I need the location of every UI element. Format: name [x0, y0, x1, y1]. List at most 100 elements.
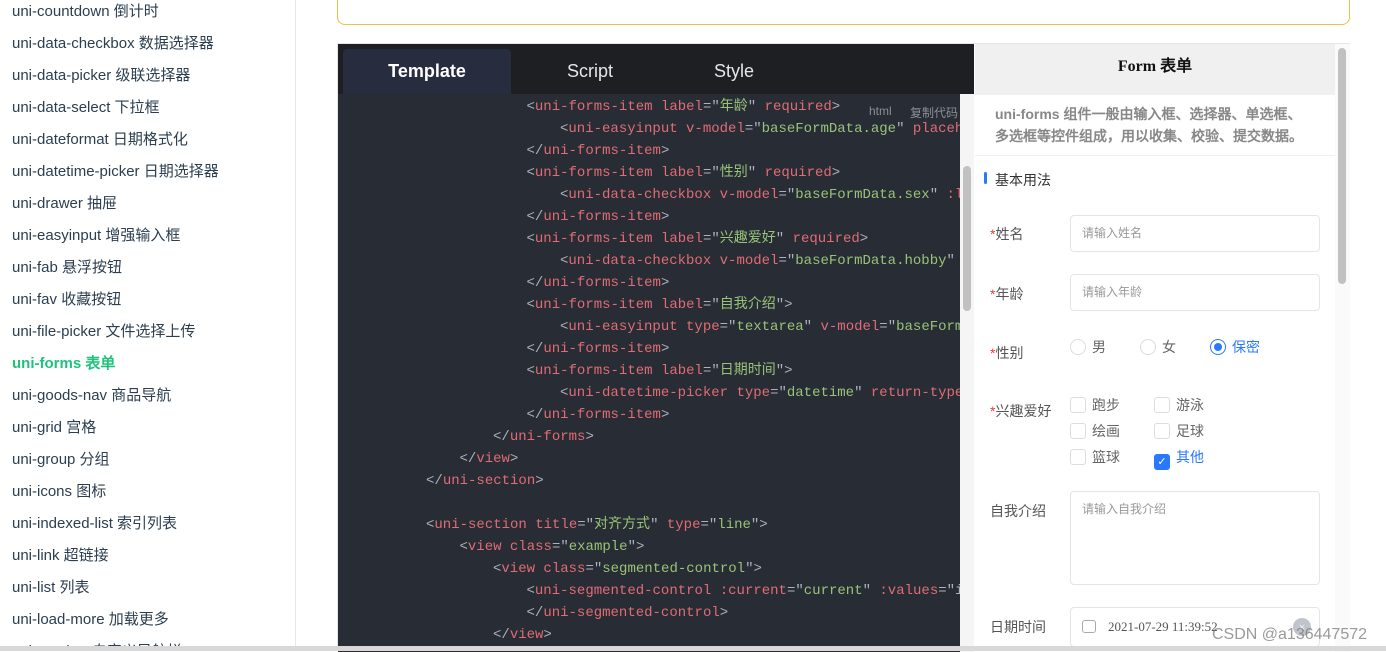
sidebar-item[interactable]: uni-datetime-picker 日期选择器	[12, 162, 219, 182]
checkbox-icon	[1070, 423, 1086, 439]
code-token: class	[543, 561, 586, 577]
sidebar-item[interactable]: uni-goods-nav 商品导航	[12, 386, 171, 406]
code-token: "	[747, 165, 765, 181]
sidebar-item[interactable]: uni-dateformat 日期格式化	[12, 130, 188, 150]
sidebar-item[interactable]: uni-drawer 抽屉	[12, 194, 117, 214]
radio-secret[interactable]: 保密	[1210, 337, 1260, 357]
code-token: ">	[745, 561, 762, 577]
sidebar-item[interactable]: uni-fav 收藏按钮	[12, 290, 121, 310]
code-token: uni-forms-item	[534, 231, 653, 247]
tab-script[interactable]: Script	[538, 49, 642, 94]
code-line: </uni-forms-item>	[527, 140, 670, 162]
code-token: </	[493, 429, 510, 445]
radio-female[interactable]: 女	[1140, 337, 1176, 357]
code-line: <uni-data-checkbox v-model="baseFormData…	[560, 184, 960, 206]
code-token: type	[666, 517, 701, 533]
name-input[interactable]: 请输入姓名	[1070, 215, 1320, 252]
code-token: uni-forms-item	[534, 363, 653, 379]
intro-label: 自我介绍	[990, 503, 1046, 519]
sidebar-item[interactable]: uni-file-picker 文件选择上传	[12, 322, 195, 342]
intro-textarea[interactable]: 请输入自我介绍	[1070, 491, 1320, 585]
sidebar-item[interactable]: uni-forms 表单	[12, 354, 115, 374]
code-token: ="	[719, 319, 737, 335]
code-token: >	[585, 429, 594, 445]
demo-frame: Template Script Style <uni-forms-item la…	[337, 43, 1350, 652]
code-scrollbar[interactable]	[960, 94, 974, 652]
code-token: segmented-control	[602, 561, 746, 577]
code-token: type	[736, 385, 771, 401]
code-line: </uni-segmented-control>	[527, 602, 729, 624]
code-token: </	[526, 209, 544, 225]
sidebar-item[interactable]: uni-grid 宫格	[12, 418, 96, 438]
checkbox-icon	[1070, 397, 1086, 413]
copy-code-button[interactable]: 复制代码	[910, 104, 958, 121]
code-token: required	[764, 99, 832, 115]
radio-circle-icon	[1140, 339, 1156, 355]
code-token: ="	[577, 517, 595, 533]
checkbox-basketball[interactable]: 篮球	[1070, 447, 1120, 467]
sidebar-item[interactable]: uni-fab 悬浮按钮	[12, 258, 122, 278]
code-token: "	[747, 99, 765, 115]
sidebar-item[interactable]: uni-easyinput 增强输入框	[12, 226, 180, 246]
sidebar-item[interactable]: uni-data-picker 级联选择器	[12, 66, 190, 86]
code-token: >	[535, 473, 544, 489]
code-token: "	[803, 319, 821, 335]
radio-circle-icon	[1070, 339, 1086, 355]
code-token: :localdata	[946, 187, 961, 203]
code-token: >	[719, 605, 729, 621]
sidebar-item[interactable]: uni-link 超链接	[12, 546, 109, 566]
sidebar-item[interactable]: uni-list 列表	[12, 578, 90, 598]
code-token: 性别	[719, 165, 748, 181]
code-token: <	[526, 363, 535, 379]
code-token: </	[526, 275, 544, 291]
code-line: </uni-section>	[426, 470, 544, 492]
code-token: v-model	[686, 121, 745, 137]
sidebar-item[interactable]: uni-data-select 下拉框	[12, 98, 160, 118]
tab-template[interactable]: Template	[343, 49, 511, 94]
code-token: 年龄	[719, 99, 748, 115]
checkbox-swimming[interactable]: 游泳	[1154, 395, 1204, 415]
sidebar-item[interactable]: uni-icons 图标	[12, 482, 106, 502]
radio-male[interactable]: 男	[1070, 337, 1106, 357]
code-token: textarea	[736, 319, 804, 335]
code-line: <uni-easyinput type="textarea" v-model="…	[560, 316, 960, 338]
calendar-icon	[1082, 620, 1096, 633]
checkbox-label: 其他	[1176, 449, 1204, 465]
code-token: ="	[702, 363, 720, 379]
checkbox-other[interactable]: ✓ 其他	[1154, 447, 1204, 470]
code-token: required	[792, 231, 860, 247]
checkbox-running[interactable]: 跑步	[1070, 395, 1120, 415]
form-preview: Form 表单 uni-forms 组件一般由输入框、选择器、单选框、多选框等控…	[975, 44, 1350, 652]
age-input[interactable]: 请输入年龄	[1070, 274, 1320, 311]
code-line: </uni-forms>	[493, 426, 594, 448]
code-token: baseFormData.sex	[795, 187, 930, 203]
preview-scrollbar-thumb[interactable]	[1338, 48, 1346, 284]
code-line: </uni-forms-item>	[527, 206, 670, 228]
checkbox-label: 足球	[1176, 423, 1204, 439]
sidebar-item[interactable]: uni-group 分组	[12, 450, 110, 470]
checkbox-painting[interactable]: 绘画	[1070, 421, 1120, 441]
tab-style[interactable]: Style	[683, 49, 785, 94]
code-token: baseFormData.hobby	[795, 253, 947, 269]
code-token: "	[775, 231, 793, 247]
code-token: "	[896, 121, 913, 137]
sex-label: *性别	[990, 343, 1023, 363]
checkbox-football[interactable]: 足球	[1154, 421, 1204, 441]
code-token: uni-forms-item	[534, 99, 653, 115]
code-line: <uni-forms-item label="日期时间">	[527, 360, 793, 382]
sidebar-item[interactable]: uni-load-more 加载更多	[12, 610, 169, 630]
code-line: <uni-data-checkbox v-model="baseFormData…	[560, 250, 960, 272]
notice-box	[337, 0, 1350, 25]
code-token: uni-forms-item	[543, 209, 661, 225]
code-token: "	[650, 517, 667, 533]
code-token: label	[660, 297, 703, 313]
sidebar-item[interactable]: uni-data-checkbox 数据选择器	[12, 34, 214, 54]
code-token: ="	[551, 539, 569, 555]
preview-scrollbar[interactable]	[1335, 44, 1350, 652]
sidebar-item[interactable]: uni-indexed-list 索引列表	[12, 514, 177, 534]
code-scrollbar-thumb[interactable]	[963, 166, 971, 311]
sidebar-item[interactable]: uni-countdown 倒计时	[12, 2, 159, 22]
